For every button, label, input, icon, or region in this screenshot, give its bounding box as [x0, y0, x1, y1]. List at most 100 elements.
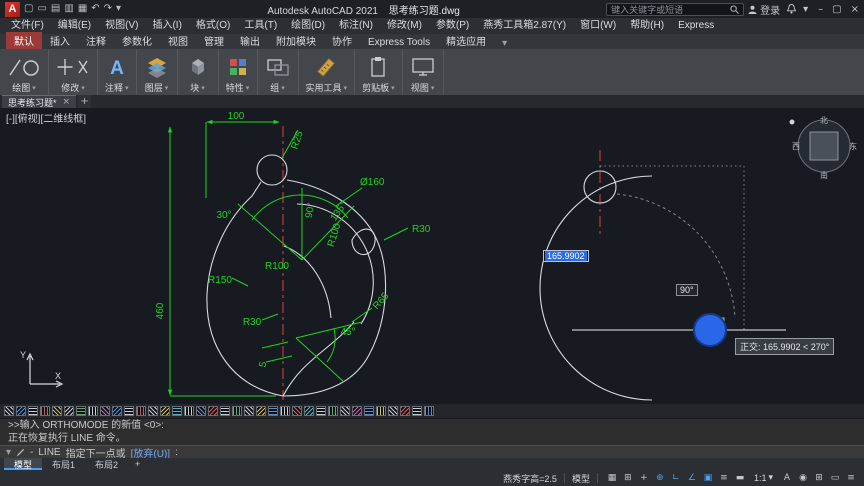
hatch-swatch[interactable]	[76, 406, 86, 416]
infer-constraints-icon[interactable]: +	[637, 472, 651, 484]
drawing-area[interactable]: 100 R25 Ø160 90° 135° R30 30° R100 R100 …	[0, 108, 864, 404]
command-line[interactable]: >>输入 ORTHOMODE 的新值 <0>: 正在恢复执行 LINE 命令。 …	[0, 418, 864, 460]
cursor-point-marker[interactable]	[693, 313, 727, 347]
hatch-swatch[interactable]	[208, 406, 218, 416]
hatch-swatch[interactable]	[88, 406, 98, 416]
autocad-logo-icon[interactable]: A	[5, 1, 20, 17]
plot-icon[interactable]: ▦	[78, 0, 87, 18]
hatch-swatch[interactable]	[196, 406, 206, 416]
panel-view[interactable]: 视图 ▾	[403, 49, 444, 95]
annotation-icon[interactable]: A	[106, 55, 128, 79]
modify-tools-icon[interactable]	[56, 55, 90, 79]
hatch-swatch[interactable]	[16, 406, 26, 416]
customize-icon[interactable]: ≡	[844, 472, 858, 484]
hatch-swatch[interactable]	[340, 406, 350, 416]
hatch-swatch[interactable]	[64, 406, 74, 416]
annotation-visibility-icon[interactable]: A	[780, 472, 794, 484]
panel-group[interactable]: 组 ▾	[258, 49, 299, 95]
custom-toolbar-text[interactable]: 燕秀字高=2.5	[503, 472, 557, 485]
dynamic-input-field[interactable]: 165.9902	[543, 250, 589, 262]
hatch-swatch[interactable]	[124, 406, 134, 416]
hatch-swatch[interactable]	[100, 406, 110, 416]
app-menu-dropdown-icon[interactable]: ▾	[803, 4, 808, 15]
group-icon[interactable]	[265, 55, 291, 79]
ribbon-tab-1[interactable]: 插入	[42, 32, 78, 49]
hatch-swatch[interactable]	[172, 406, 182, 416]
open-icon[interactable]: ▭	[37, 0, 46, 18]
annotation-scale-button[interactable]: 1:1 ▾	[754, 473, 773, 483]
panel-modify[interactable]: 修改 ▾	[49, 49, 98, 95]
hatch-swatch[interactable]	[136, 406, 146, 416]
viewport-controls-label[interactable]: [-][俯视][二维线框]	[6, 110, 86, 125]
hatch-swatch[interactable]	[244, 406, 254, 416]
hatch-swatch[interactable]	[400, 406, 410, 416]
maximize-button[interactable]: ▢	[832, 4, 841, 15]
hatch-swatch[interactable]	[316, 406, 326, 416]
undo-icon[interactable]: ↶	[91, 0, 99, 18]
ribbon-tab-9[interactable]: Express Tools	[360, 36, 438, 49]
viewcube-home-icon[interactable]	[789, 119, 795, 125]
hatch-swatch[interactable]	[40, 406, 50, 416]
new-layout-button[interactable]: +	[128, 458, 147, 470]
hatch-swatch[interactable]	[352, 406, 362, 416]
drawing-canvas[interactable]: 100 R25 Ø160 90° 135° R30 30° R100 R100 …	[0, 108, 864, 404]
lineweight-icon[interactable]: ▬	[733, 472, 747, 484]
workspace-switching-icon[interactable]: ◉	[796, 472, 810, 484]
file-tab[interactable]: 思考练习题* ×	[2, 95, 77, 108]
bell-icon[interactable]	[787, 4, 797, 14]
close-button[interactable]: ×	[851, 4, 859, 15]
hatch-swatch[interactable]	[292, 406, 302, 416]
hatch-swatch[interactable]	[148, 406, 158, 416]
hatch-swatch[interactable]	[376, 406, 386, 416]
new-file-icon[interactable]: ▢	[24, 0, 33, 18]
panel-label-layers[interactable]: 图层 ▾	[145, 81, 169, 94]
draw-tools-icon[interactable]	[7, 55, 41, 79]
ribbon-tab-8[interactable]: 协作	[324, 32, 360, 49]
panel-annotation[interactable]: A 注释 ▾	[98, 49, 137, 95]
annotation-monitor-icon[interactable]: ⊞	[812, 472, 826, 484]
panel-utilities[interactable]: 实用工具 ▾	[299, 49, 356, 95]
clean-screen-icon[interactable]: ▭	[828, 472, 842, 484]
hatch-swatch[interactable]	[412, 406, 422, 416]
measure-icon[interactable]	[313, 55, 339, 79]
quick-access-dropdown-icon[interactable]: ▾	[116, 0, 121, 18]
grid-icon[interactable]: ▦	[605, 472, 619, 484]
viewcube-face[interactable]	[809, 131, 839, 161]
menu-item-11[interactable]: 窗口(W)	[573, 18, 623, 34]
hatch-swatch[interactable]	[28, 406, 38, 416]
large-arc[interactable]	[539, 175, 653, 401]
hatch-swatch[interactable]	[304, 406, 314, 416]
panel-layers[interactable]: 图层 ▾	[137, 49, 178, 95]
panel-label-annotation[interactable]: 注释 ▾	[105, 81, 129, 94]
hatch-swatch[interactable]	[232, 406, 242, 416]
viewcube[interactable]: 北 南 西 东	[789, 116, 858, 180]
ribbon-tab-5[interactable]: 管理	[196, 32, 232, 49]
minimize-button[interactable]: –	[818, 4, 823, 15]
snap-mode-icon[interactable]: ⊞	[621, 472, 635, 484]
dynamic-input-icon[interactable]: ⊕	[653, 472, 667, 484]
clipboard-icon[interactable]	[367, 55, 389, 79]
view-icon[interactable]	[410, 55, 436, 79]
hatch-swatch[interactable]	[160, 406, 170, 416]
menu-item-13[interactable]: Express	[671, 18, 721, 34]
dimension-labels[interactable]: 100 R25 Ø160 90° 135° R30 30° R100 R100 …	[155, 111, 431, 368]
ribbon-tab-6[interactable]: 输出	[232, 32, 268, 49]
panel-label-utilities[interactable]: 实用工具 ▾	[306, 81, 348, 94]
layout-tab-0[interactable]: 模型	[4, 458, 43, 470]
panel-draw[interactable]: 绘图 ▾	[0, 49, 49, 95]
properties-icon[interactable]	[226, 55, 250, 79]
redo-icon[interactable]: ↷	[104, 0, 112, 18]
recent-commands-icon[interactable]: ▾	[6, 447, 11, 458]
panel-label-group[interactable]: 组 ▾	[270, 81, 285, 94]
ribbon-collapse-icon[interactable]: ▾	[502, 38, 507, 49]
polar-tracking-icon[interactable]: ∠	[685, 472, 699, 484]
hatch-swatch[interactable]	[112, 406, 122, 416]
panel-properties[interactable]: 特性 ▾	[219, 49, 258, 95]
ribbon-tab-3[interactable]: 参数化	[114, 32, 160, 49]
hatch-swatch[interactable]	[280, 406, 290, 416]
hatch-swatch[interactable]	[268, 406, 278, 416]
signin-button[interactable]: 登录	[748, 2, 780, 17]
object-snap-tracking-icon[interactable]: ≡	[717, 472, 731, 484]
panel-clipboard[interactable]: 剪贴板 ▾	[355, 49, 403, 95]
model-space-toggle[interactable]: 模型	[572, 472, 590, 485]
